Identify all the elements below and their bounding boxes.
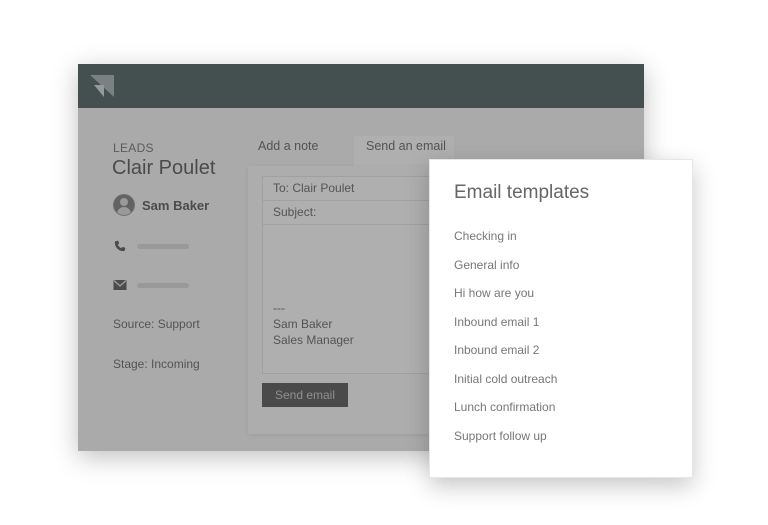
- avatar: [113, 194, 135, 216]
- template-item[interactable]: Checking in: [454, 228, 557, 257]
- email-signature[interactable]: --- Sam Baker Sales Manager: [273, 300, 354, 348]
- lead-source: Source: Support: [113, 317, 200, 331]
- top-bar: [78, 64, 644, 108]
- envelope-icon: [113, 280, 127, 290]
- template-item[interactable]: Inbound email 2: [454, 342, 557, 371]
- signature-separator: ---: [273, 301, 285, 315]
- email-templates-popup: Email templates Checking in General info…: [429, 159, 693, 478]
- signature-title: Sales Manager: [273, 333, 354, 347]
- lead-name: Clair Poulet: [112, 157, 216, 179]
- template-item[interactable]: Initial cold outreach: [454, 371, 557, 400]
- phone-icon: [114, 240, 126, 252]
- tab-add-note[interactable]: Add a note: [258, 136, 318, 166]
- template-list: Checking in General info Hi how are you …: [454, 228, 557, 456]
- template-item[interactable]: Inbound email 1: [454, 314, 557, 343]
- template-item[interactable]: Lunch confirmation: [454, 399, 557, 428]
- template-item[interactable]: Hi how are you: [454, 285, 557, 314]
- phone-row[interactable]: [113, 240, 189, 252]
- template-item[interactable]: Support follow up: [454, 428, 557, 457]
- send-email-button[interactable]: Send email: [262, 383, 348, 407]
- app-logo[interactable]: [90, 75, 114, 97]
- phone-placeholder: [137, 243, 189, 249]
- owner-name: Sam Baker: [142, 197, 210, 213]
- popup-title: Email templates: [454, 182, 590, 203]
- lead-stage: Stage: Incoming: [113, 357, 200, 371]
- email-row[interactable]: [113, 279, 189, 291]
- template-item[interactable]: General info: [454, 257, 557, 286]
- lead-owner[interactable]: Sam Baker: [113, 194, 209, 216]
- section-label: LEADS: [113, 141, 154, 155]
- signature-name: Sam Baker: [273, 317, 333, 331]
- email-placeholder: [137, 282, 189, 288]
